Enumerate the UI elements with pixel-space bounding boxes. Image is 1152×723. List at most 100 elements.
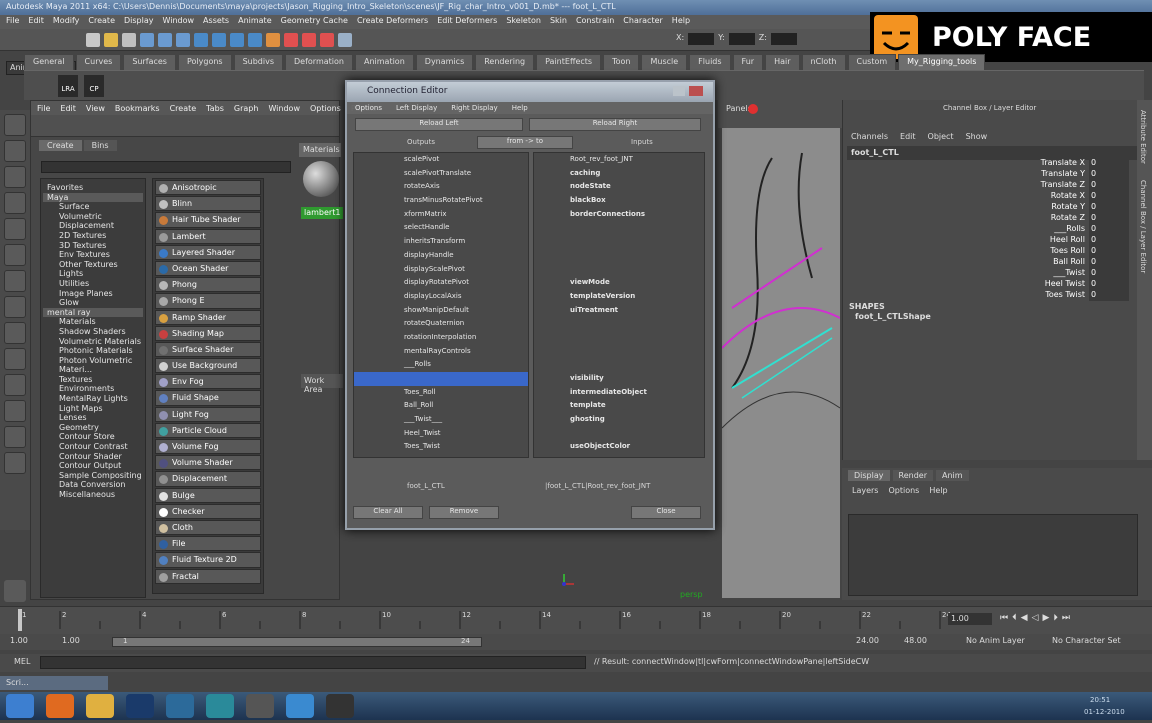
hypershade-menu-tabs[interactable]: Tabs [206, 104, 224, 113]
node-button[interactable]: Fluid Texture 2D [155, 552, 261, 568]
category-item[interactable]: Glow [43, 298, 143, 308]
mel-input[interactable] [40, 656, 586, 669]
category-item[interactable]: Photon Volumetric Materi... [43, 356, 143, 375]
right-attribute-item[interactable] [534, 331, 704, 345]
node-button[interactable]: Ocean Shader [155, 260, 261, 277]
channel-box-menu-edit[interactable]: Edit [900, 132, 916, 141]
menu-help[interactable]: Help [672, 16, 690, 28]
tab-work-area[interactable]: Work Area [301, 374, 343, 394]
layer-tab-anim[interactable]: Anim [935, 470, 969, 481]
shelf-tab-polygons[interactable]: Polygons [177, 54, 232, 70]
right-attribute-item[interactable]: ghosting [534, 413, 704, 427]
select-hierarchy-icon[interactable] [140, 33, 154, 47]
left-attribute-item[interactable]: ___Rolls [354, 358, 528, 372]
layout-hypershade-icon[interactable] [4, 452, 26, 474]
direction-button[interactable]: from -> to [477, 136, 573, 149]
channel-value[interactable]: 0 [1089, 169, 1129, 180]
current-frame-field[interactable]: 1.00 [948, 613, 992, 625]
category-item[interactable]: Lenses [43, 413, 143, 423]
node-button[interactable]: Ramp Shader [155, 309, 261, 325]
play-back-icon[interactable]: ◁ [1032, 613, 1039, 623]
menu-create[interactable]: Create [88, 16, 115, 28]
play-forward-icon[interactable]: ▶ [1042, 613, 1049, 623]
shelf-tab-painteffects[interactable]: PaintEffects [536, 54, 602, 70]
right-attribute-item[interactable] [534, 221, 704, 235]
right-attribute-item[interactable] [534, 427, 704, 441]
right-attribute-item[interactable]: visibility [534, 372, 704, 386]
category-item[interactable]: Contour Contrast [43, 442, 143, 452]
tab-create[interactable]: Create [39, 140, 82, 151]
category-item[interactable]: Materials [43, 317, 143, 327]
channel-value[interactable]: 0 [1089, 191, 1129, 202]
coord-field[interactable] [770, 33, 797, 45]
step-forward-icon[interactable]: ⏵ [1053, 613, 1058, 623]
category-item[interactable]: 3D Textures [43, 241, 143, 251]
left-attribute-item[interactable]: displayLocalAxis [354, 290, 528, 304]
time-slider[interactable]: 1 2 4 6 8 10 12 14 16 18 20 22 24 1.00 ⏮ ⏴ ◀ ◁ ▶ ⏵ ⏭ [0, 606, 1152, 634]
ce-menu-item[interactable]: Help [512, 104, 528, 112]
node-button[interactable]: Blinn [155, 196, 261, 212]
channel-row[interactable]: Heel Twist 0 [993, 279, 1133, 290]
right-attribute-item[interactable]: intermediateObject [534, 386, 704, 400]
layout-outliner-icon[interactable] [4, 426, 26, 448]
layer-tab-render[interactable]: Render [892, 470, 933, 481]
render-icon[interactable] [284, 33, 298, 47]
paint-select-icon[interactable] [4, 166, 26, 188]
channel-row[interactable]: Translate X 0 [993, 158, 1133, 169]
left-attribute-item[interactable]: ___Twist___ [354, 413, 528, 427]
node-button[interactable]: Fluid Shape [155, 390, 261, 406]
right-attribute-item[interactable] [534, 235, 704, 249]
select-component-icon[interactable] [176, 33, 190, 47]
clear-all-button[interactable]: Clear All [353, 506, 423, 519]
channel-value[interactable]: 0 [1089, 257, 1129, 268]
channel-row[interactable]: Rotate Y 0 [993, 202, 1133, 213]
maximize-icon[interactable] [673, 86, 685, 96]
category-item[interactable]: Contour Store [43, 432, 143, 442]
shelf-tab-my_rigging_tools[interactable]: My_Rigging_tools [898, 54, 986, 70]
reload-right-button[interactable]: Reload Right [529, 118, 701, 131]
range-slider[interactable]: 1 24 [112, 637, 482, 647]
layer-menu-layers[interactable]: Layers [852, 486, 878, 495]
attribute-editor-side-tab[interactable]: Attribute Editor [1139, 110, 1147, 164]
close-icon[interactable] [689, 86, 703, 96]
hypershade-menu-options[interactable]: Options [310, 104, 341, 113]
range-start-field[interactable]: 1.00 [10, 636, 28, 645]
tab-materials[interactable]: Materials [299, 143, 341, 157]
app-7-icon[interactable] [286, 694, 314, 718]
channel-box-menu-channels[interactable]: Channels [851, 132, 888, 141]
left-attribute-item[interactable]: scalePivot [354, 153, 528, 167]
left-attribute-list[interactable]: scalePivot scalePivotTranslate rotateAxis t… [353, 152, 529, 458]
channel-row[interactable]: Toes Roll 0 [993, 246, 1133, 257]
node-button[interactable]: Fractal [155, 568, 261, 584]
channel-row[interactable]: Rotate Z 0 [993, 213, 1133, 224]
category-item[interactable]: Utilities [43, 279, 143, 289]
maya-icon[interactable] [166, 694, 194, 718]
category-item[interactable]: Volumetric [43, 212, 143, 222]
shelf-tab-animation[interactable]: Animation [354, 54, 414, 70]
shelf-tab-hair[interactable]: Hair [765, 54, 800, 70]
app-8-icon[interactable] [326, 694, 354, 718]
node-button[interactable]: File [155, 536, 261, 552]
right-attribute-item[interactable]: borderConnections [534, 208, 704, 222]
lasso-tool-icon[interactable] [4, 140, 26, 162]
layer-menu-help[interactable]: Help [929, 486, 947, 495]
go-to-end-icon[interactable]: ⏭ [1062, 613, 1070, 623]
snap-curve-icon[interactable] [212, 33, 226, 47]
category-item[interactable]: Displacement [43, 221, 143, 231]
right-attribute-item[interactable]: templateVersion [534, 290, 704, 304]
category-item[interactable]: Light Maps [43, 404, 143, 414]
manipulator-icon[interactable] [4, 270, 26, 292]
layout-persp-graph-icon[interactable] [4, 400, 26, 422]
snap-point-icon[interactable] [230, 33, 244, 47]
category-item[interactable]: Sample Compositing [43, 471, 143, 481]
right-root-node[interactable]: Root_rev_foot_JNT [534, 153, 704, 167]
anim-layer-menu[interactable]: No Anim Layer [966, 636, 1025, 645]
left-attribute-item[interactable]: displayHandle [354, 249, 528, 263]
layer-list[interactable] [848, 514, 1138, 596]
left-attribute-item[interactable]: scalePivotTranslate [354, 167, 528, 181]
category-item[interactable]: MentalRay Lights [43, 394, 143, 404]
category-item[interactable]: Env Textures [43, 250, 143, 260]
step-back-icon[interactable]: ◀ [1021, 613, 1028, 623]
right-attribute-item[interactable] [534, 317, 704, 331]
left-attribute-item[interactable]: Toes_Twist [354, 440, 528, 454]
